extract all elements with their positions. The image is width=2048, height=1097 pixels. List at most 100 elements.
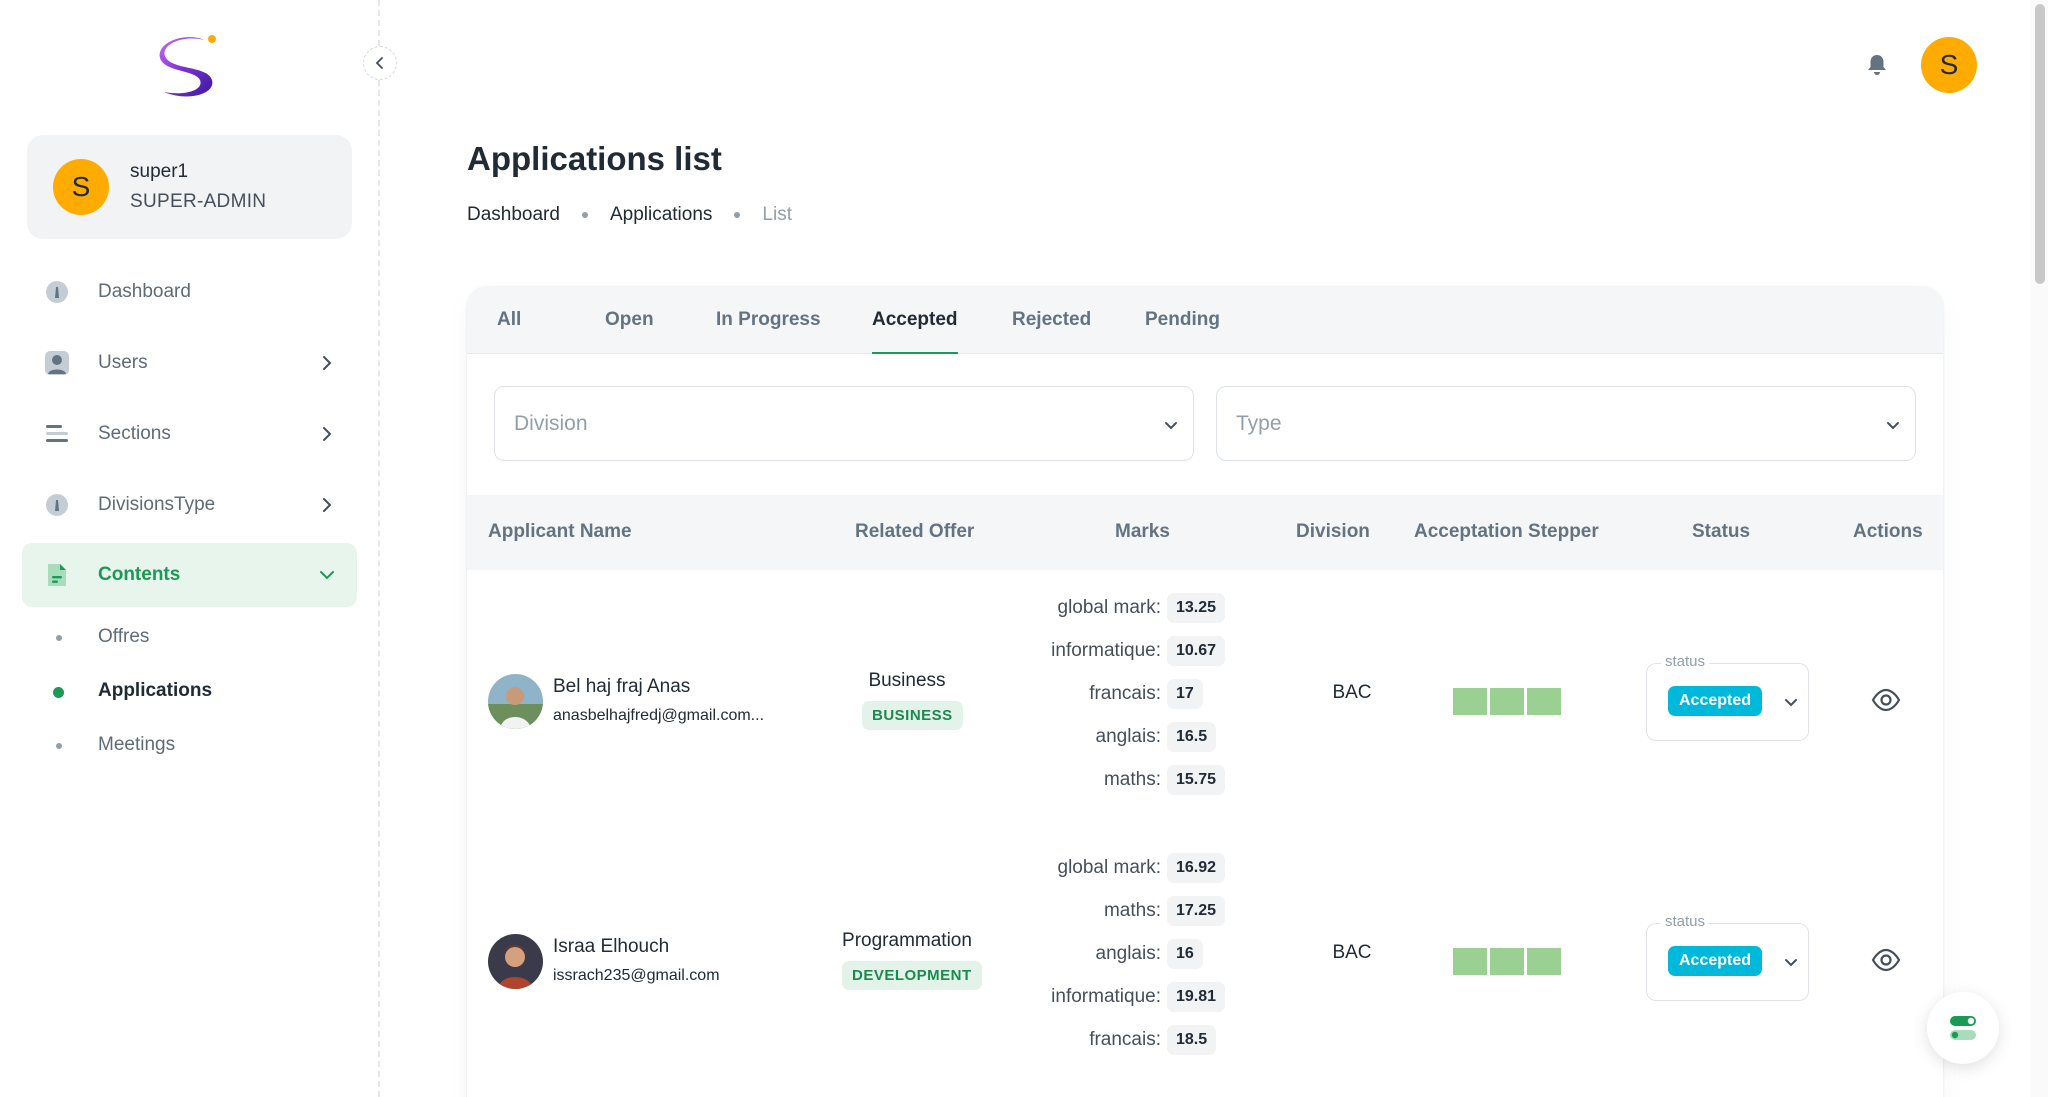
division-value: BAC [1332,942,1372,963]
mark-label: maths: [1103,769,1161,790]
sidebar-item-label: DivisionsType [98,494,216,515]
chevron-right-icon [323,356,332,370]
acceptation-stepper [1453,948,1561,975]
avatar: S [53,159,109,215]
mark-item: francais: 17 [1027,678,1277,710]
offer-tag-badge: DEVELOPMENT [842,961,982,990]
mark-item: maths: 17.25 [1027,895,1277,927]
sidebar-item-label: Users [98,352,148,373]
breadcrumb-separator [734,212,741,218]
mark-item: informatique: 10.67 [1027,635,1277,667]
mark-item: informatique: 19.81 [1027,981,1277,1013]
tab-in-progress[interactable]: In Progress [716,309,821,354]
stepper-step [1453,688,1487,715]
table-row: Bel haj fraj Anas anasbelhajfredj@gmail.… [467,570,1943,830]
sidebar-subitem-offres[interactable]: Offres [22,613,357,663]
tab-accepted[interactable]: Accepted [872,309,958,354]
stepper-step [1453,948,1487,975]
header-avatar[interactable]: S [1921,37,1977,93]
mark-label: maths: [1103,900,1161,921]
mark-value: 17.25 [1167,896,1226,926]
sidebar-subitem-label: Offres [98,626,150,647]
status-select-label: status [1661,913,1710,930]
tab-pending[interactable]: Pending [1145,309,1220,354]
settings-toggle-button[interactable] [1927,992,1999,1064]
column-header-status[interactable]: Status [1692,521,1750,543]
file-icon [48,564,66,586]
sidebar-item-label: Dashboard [98,281,191,302]
mark-value: 18.5 [1167,1025,1217,1055]
column-header-stepper[interactable]: Acceptation Stepper [1414,521,1599,543]
sidebar-subitem-applications[interactable]: Applications [22,667,357,717]
sidebar-item-label: Contents [98,564,181,585]
bell-icon[interactable] [1864,52,1890,78]
division-select[interactable]: Division [494,386,1194,461]
bullet-dot [56,635,62,641]
chevron-down-icon [320,571,334,580]
mark-value: 16.5 [1167,722,1217,752]
swirl-s-logo[interactable] [152,30,228,106]
account-card[interactable]: S super1 SUPER-ADMIN [27,135,352,239]
status-badge: Accepted [1668,946,1763,976]
tab-rejected[interactable]: Rejected [1012,309,1091,354]
account-name: super1 [130,161,189,182]
status-select[interactable]: status Accepted [1646,913,1809,1001]
sidebar-item-sections[interactable]: Sections [22,402,357,466]
mark-item: maths: 15.75 [1027,764,1277,796]
page-scrollbar[interactable] [2030,0,2048,1097]
breadcrumb-applications[interactable]: Applications [610,204,712,226]
sidebar-item-contents[interactable]: Contents [22,543,357,607]
sidebar-subitem-meetings[interactable]: Meetings [22,721,357,771]
tab-open[interactable]: Open [605,309,654,354]
mark-value: 17 [1167,679,1203,709]
stepper-step [1490,688,1524,715]
applicant-avatar [488,674,543,729]
mark-item: francais: 18.5 [1027,1024,1277,1056]
status-badge: Accepted [1668,686,1763,716]
dashboard-icon [46,281,68,303]
mark-item: anglais: 16 [1027,938,1277,970]
tab-all[interactable]: All [497,309,521,354]
division-value: BAC [1332,682,1372,703]
mark-label: informatique: [1051,640,1161,661]
column-header-division[interactable]: Division [1296,521,1370,543]
applicant-avatar [488,934,543,989]
division-placeholder: Division [514,412,588,435]
stepper-step [1527,948,1561,975]
status-select[interactable]: status Accepted [1646,653,1809,741]
status-tabs: All Open In Progress Accepted Rejected P… [467,287,1943,354]
bullet-dot [53,687,64,698]
chevron-down-icon [1165,422,1177,430]
view-eye-icon[interactable] [1871,685,1901,715]
sidebar-item-dashboard[interactable]: Dashboard [22,260,357,324]
column-header-applicant[interactable]: Applicant Name [488,521,632,543]
mark-value: 16.92 [1167,853,1226,883]
column-header-marks[interactable]: Marks [1115,521,1170,543]
breadcrumb: Dashboard Applications List [467,204,792,226]
mark-value: 10.67 [1167,636,1226,666]
chevron-down-icon [1785,699,1797,707]
mark-value: 16 [1167,939,1203,969]
view-eye-icon[interactable] [1871,945,1901,975]
applicant-name: Israa Elhouch [553,936,670,957]
sidebar-item-users[interactable]: Users [22,331,357,395]
breadcrumb-dashboard[interactable]: Dashboard [467,204,560,226]
user-icon [45,351,69,375]
sidebar-item-divisionstype[interactable]: DivisionsType [22,473,357,537]
table-row: Israa Elhouch issrach235@gmail.com Progr… [467,830,1943,1090]
chevron-right-icon [323,427,332,441]
type-placeholder: Type [1236,412,1282,435]
scrollbar-thumb[interactable] [2035,4,2045,284]
stepper-step [1490,948,1524,975]
status-select-label: status [1661,653,1710,670]
page-title: Applications list [467,140,722,177]
mark-label: francais: [1089,1029,1161,1050]
sidebar-subitem-label: Applications [98,680,213,701]
column-header-offer[interactable]: Related Offer [855,521,974,543]
applications-card: All Open In Progress Accepted Rejected P… [467,287,1943,1097]
type-select[interactable]: Type [1216,386,1916,461]
applicant-name: Bel haj fraj Anas [553,676,691,697]
sidebar: S super1 SUPER-ADMIN Dashboard Users Sec… [0,0,380,1097]
breadcrumb-separator [581,212,588,218]
collapse-sidebar-button[interactable] [363,46,397,80]
